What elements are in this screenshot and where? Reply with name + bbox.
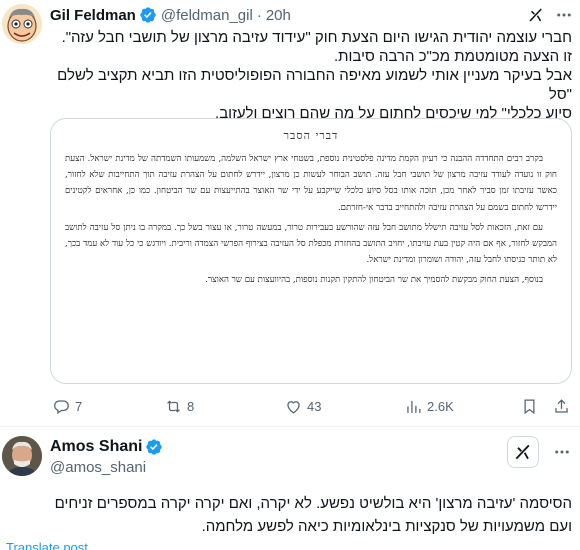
profile-photo-icon bbox=[2, 436, 42, 476]
attached-document-image[interactable]: דברי הסבר בקרב רבים התחדדה ההבנה כי רעיו… bbox=[50, 118, 572, 384]
share-button[interactable] bbox=[552, 396, 571, 416]
author-handle[interactable]: @feldman_gil bbox=[161, 7, 253, 24]
author-name-amos: Amos Shani bbox=[50, 437, 163, 457]
cartoon-face-icon bbox=[2, 4, 42, 44]
repost-count: 8 bbox=[187, 398, 195, 414]
reply-icon bbox=[54, 399, 69, 414]
tweet-text-line: ועם משמעויות של סנקציות בינלאומיות כיאה … bbox=[201, 518, 572, 535]
tweet-text-line: אבל בעיקר מעניין אותי לשמוע מאיפה החבורה… bbox=[57, 67, 572, 103]
tweet-text-line: הסיסמה 'עזיבה מרצון' היא בולשיט נפשע. לא… bbox=[54, 495, 572, 512]
like-icon bbox=[287, 400, 300, 414]
like-count: 43 bbox=[307, 398, 322, 414]
tweet-actions: 7 8 43 2.6K bbox=[50, 396, 574, 416]
tweet-divider bbox=[0, 426, 580, 427]
document-paragraph: בנוסף, הצעת החוק מבקשת להסמיך את שר הביט… bbox=[205, 275, 543, 286]
avatar-amos-shani[interactable] bbox=[2, 436, 42, 476]
views-count: 2.6K bbox=[427, 398, 454, 414]
tweet-header: Gil Feldman @feldman_gil · 20h bbox=[50, 5, 291, 25]
repost-icon bbox=[167, 399, 180, 413]
views-icon bbox=[407, 400, 421, 413]
grok-icon bbox=[515, 444, 530, 460]
author-name[interactable]: Amos Shani bbox=[50, 438, 142, 456]
document-paragraph: בקרב רבים התחדדה ההבנה כי רעיון הקמת מדי… bbox=[65, 154, 557, 213]
verified-badge-icon[interactable] bbox=[139, 6, 157, 24]
verified-badge-icon[interactable] bbox=[145, 438, 163, 456]
like-button[interactable]: 43 bbox=[284, 396, 321, 416]
document-body: בקרב רבים התחדדה ההבנה כי רעיון הקמת מדי… bbox=[65, 151, 557, 293]
timestamp[interactable]: 20h bbox=[266, 7, 291, 24]
more-options-icon[interactable] bbox=[554, 6, 574, 24]
views-button[interactable]: 2.6K bbox=[404, 396, 454, 416]
grok-button[interactable] bbox=[507, 436, 539, 468]
bookmark-icon bbox=[524, 399, 535, 414]
author-handle[interactable]: @amos_shani bbox=[50, 459, 146, 476]
reply-button[interactable]: 7 bbox=[52, 396, 82, 416]
tweet-text: הסיסמה 'עזיבה מרצון' היא בולשיט נפשע. לא… bbox=[6, 492, 572, 538]
share-icon bbox=[555, 398, 568, 413]
avatar-gil-feldman[interactable] bbox=[2, 4, 42, 44]
author-name[interactable]: Gil Feldman bbox=[50, 7, 136, 24]
grok-icon[interactable] bbox=[527, 6, 545, 24]
translate-post-link[interactable]: Translate post bbox=[6, 540, 88, 550]
document-title: דברי הסבר bbox=[283, 129, 339, 142]
bookmark-button[interactable] bbox=[520, 396, 539, 416]
tweet-text: חברי עוצמה יהודית הגישו היום הצעת חוק "ע… bbox=[50, 28, 572, 123]
reply-count: 7 bbox=[75, 398, 83, 414]
more-options-icon[interactable] bbox=[552, 443, 572, 461]
tweet-text-line: חברי עוצמה יהודית הגישו היום הצעת חוק "ע… bbox=[61, 29, 572, 46]
document-paragraph: עם זאת, הזכאות לסל עזיבה תישלל מתושב חבל… bbox=[65, 222, 558, 266]
repost-button[interactable]: 8 bbox=[164, 396, 194, 416]
dot-separator: · bbox=[256, 6, 262, 24]
tweet-text-line: זו הצעה מטומטמת מכ"כ הרבה סיבות. bbox=[333, 48, 572, 65]
tweet-gil-feldman[interactable]: Gil Feldman @feldman_gil · 20h חברי עוצמ… bbox=[0, 0, 580, 426]
